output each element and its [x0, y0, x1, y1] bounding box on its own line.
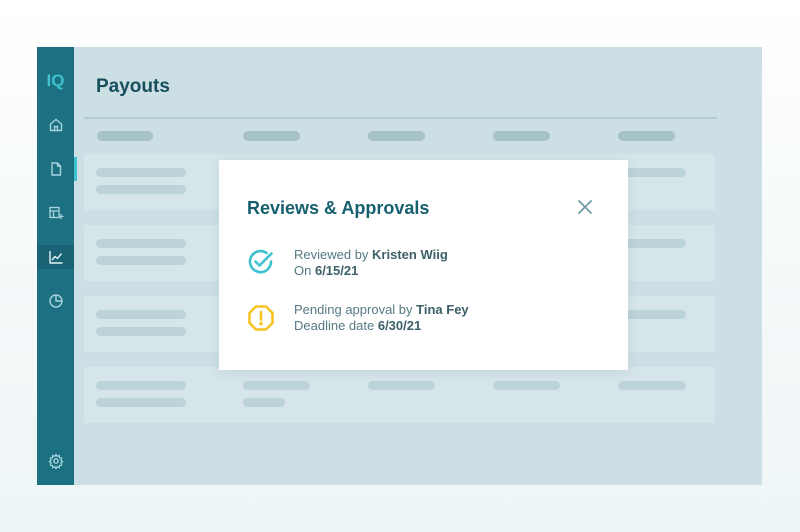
column-header-placeholder: [618, 131, 675, 141]
sidebar-item-table[interactable]: [37, 201, 74, 225]
sidebar: IQ: [37, 47, 77, 485]
gear-icon: [48, 453, 63, 469]
review-line-1: Reviewed by Kristen Wiig: [294, 247, 448, 262]
table-add-icon: [48, 206, 63, 219]
pie-chart-icon: [48, 294, 63, 308]
column-header-placeholder: [97, 131, 153, 141]
approver-name: Tina Fey: [416, 302, 469, 317]
sidebar-item-home[interactable]: [37, 113, 74, 137]
sidebar-item-analytics[interactable]: [37, 245, 74, 269]
reviews-approvals-modal: Reviews & Approvals Reviewed by Kristen …: [219, 160, 628, 370]
column-header-placeholder: [243, 131, 300, 141]
home-icon: [49, 118, 62, 132]
modal-title: Reviews & Approvals: [247, 198, 430, 218]
close-icon: [578, 200, 592, 214]
approval-line-1: Pending approval by Tina Fey: [294, 302, 469, 317]
approval-line-2: Deadline date 6/30/21: [294, 318, 422, 333]
app-logo: IQ: [46, 71, 65, 90]
approval-entry: Pending approval by Tina Fey Deadline da…: [294, 302, 469, 334]
divider: [84, 117, 717, 119]
review-line-2: On 6/15/21: [294, 263, 359, 278]
document-icon: [50, 162, 61, 176]
sidebar-item-documents[interactable]: [37, 157, 77, 181]
column-header-placeholder: [493, 131, 550, 141]
table-row: [84, 367, 715, 423]
sidebar-item-reports[interactable]: [37, 289, 74, 313]
deadline-date: 6/30/21: [377, 318, 422, 333]
review-date: 6/15/21: [314, 263, 359, 278]
close-button[interactable]: [575, 197, 595, 217]
line-chart-icon: [48, 251, 62, 264]
warning-octagon-icon: [247, 304, 275, 332]
sidebar-item-settings[interactable]: [37, 449, 74, 473]
reviewer-name: Kristen Wiig: [372, 247, 448, 262]
review-entry: Reviewed by Kristen Wiig On 6/15/21: [294, 247, 448, 279]
page-title: Payouts: [96, 76, 170, 97]
check-circle-icon: [247, 248, 275, 276]
column-header-placeholder: [368, 131, 425, 141]
